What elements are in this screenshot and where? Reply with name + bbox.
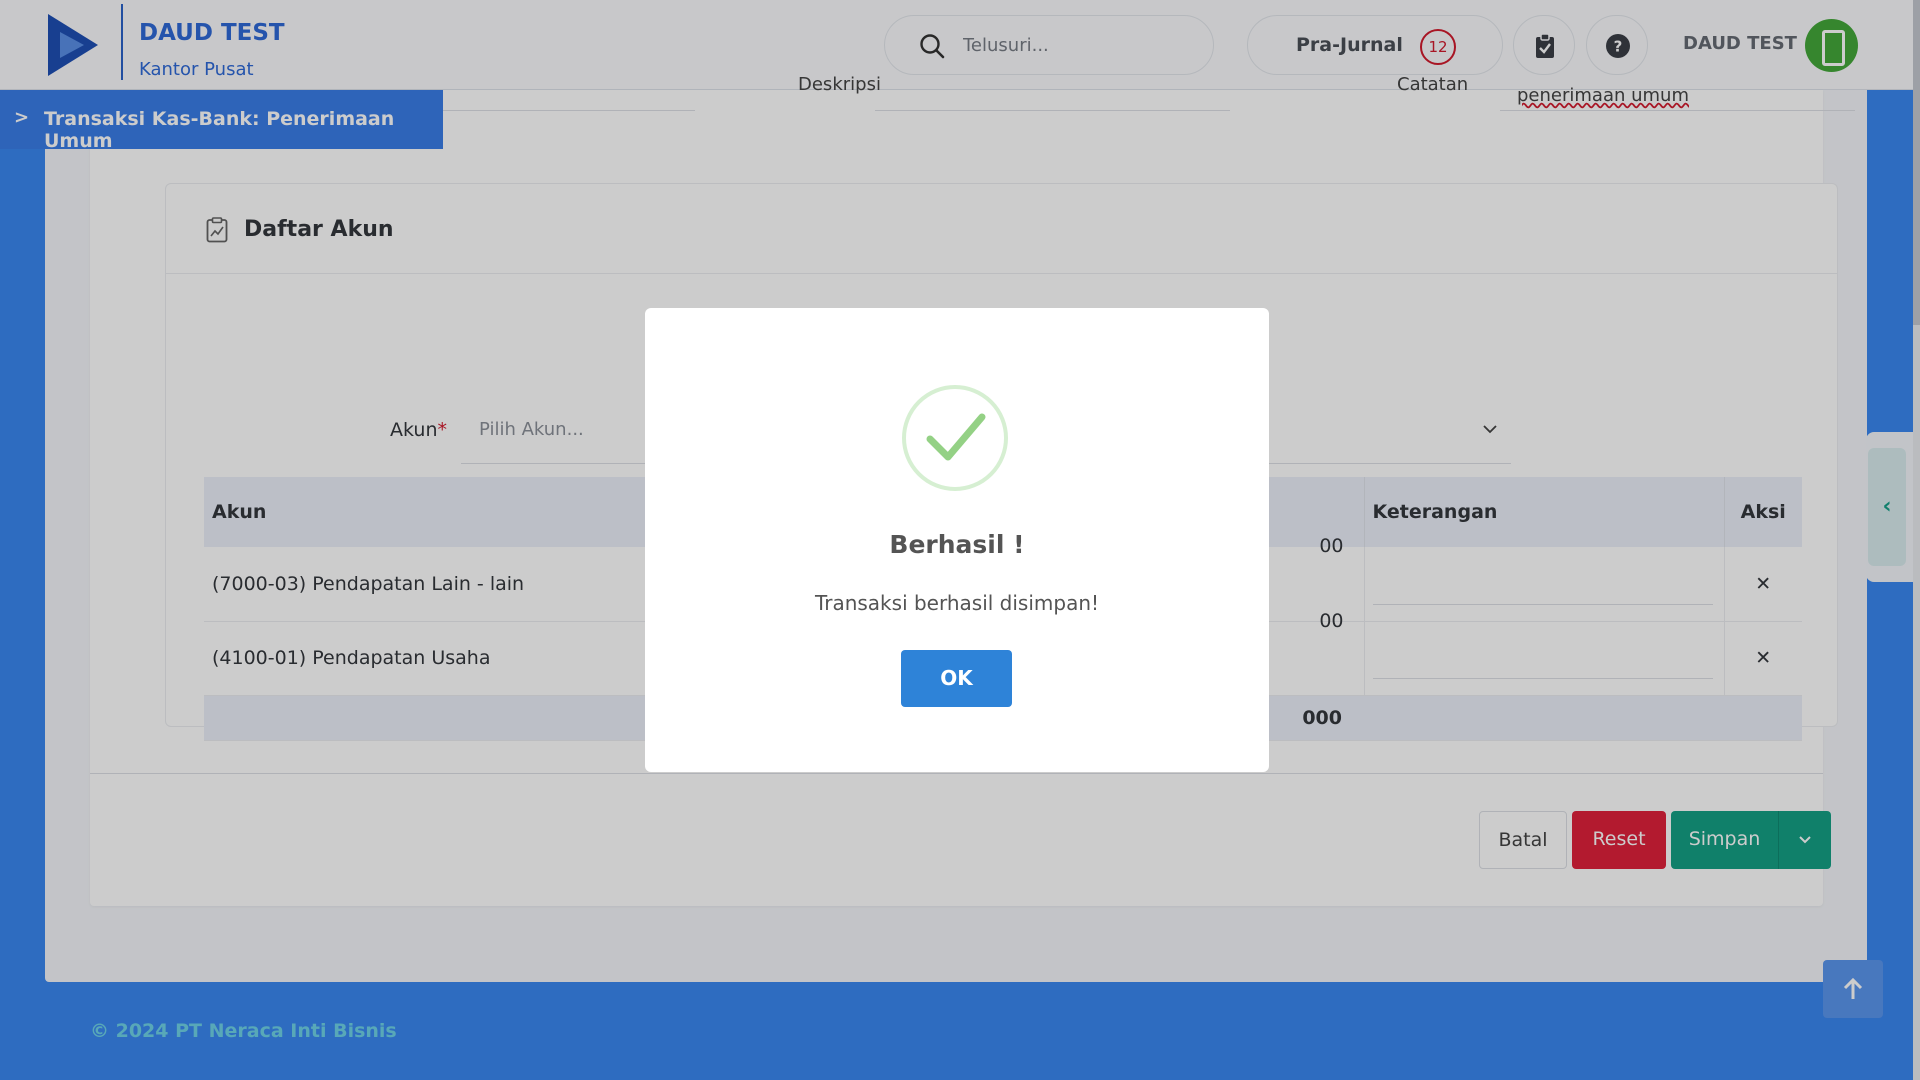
ok-button[interactable]: OK (901, 650, 1012, 707)
dialog-message: Transaksi berhasil disimpan! (814, 591, 1100, 615)
dialog-title: Berhasil ! (889, 530, 1025, 559)
success-dialog: Berhasil ! Transaksi berhasil disimpan! … (645, 308, 1269, 772)
success-check-icon (902, 385, 1008, 491)
